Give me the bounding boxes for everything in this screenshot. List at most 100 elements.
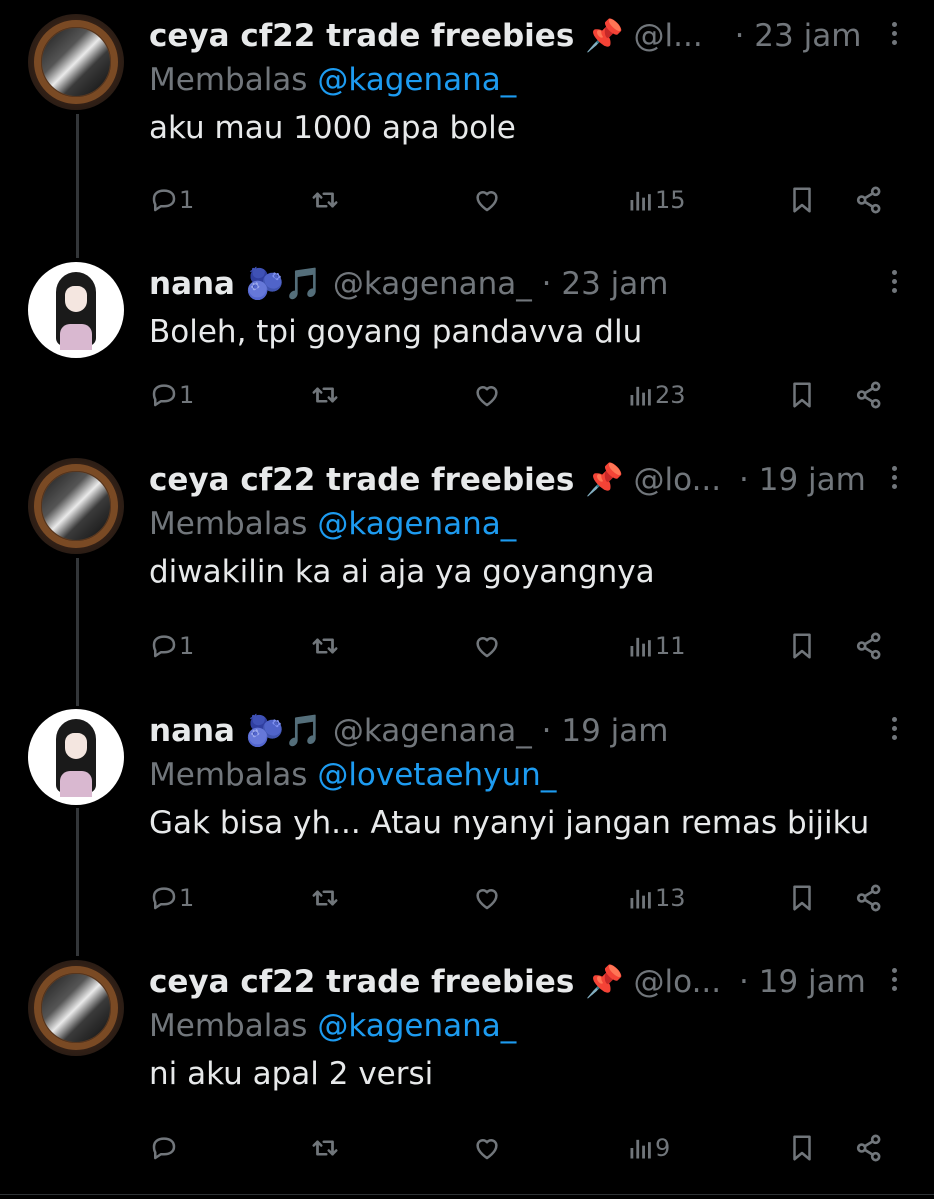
reply-mention[interactable]: @kagenana_ — [317, 62, 516, 98]
retweet-button[interactable] — [309, 1128, 341, 1168]
share-button[interactable] — [853, 1128, 885, 1168]
more-options-icon[interactable] — [886, 18, 902, 52]
views-button[interactable]: 23 — [627, 375, 686, 415]
avatar[interactable] — [28, 960, 124, 1056]
retweet-icon — [309, 1133, 341, 1163]
tweet-actions: 1 11 — [149, 626, 894, 666]
timestamp[interactable]: 19 jam — [759, 462, 866, 498]
retweet-button[interactable] — [309, 375, 341, 415]
avatar-column — [28, 960, 124, 1056]
avatar[interactable] — [28, 458, 124, 554]
views-count: 23 — [655, 381, 686, 409]
tweet-text: ni aku apal 2 versi — [149, 1056, 434, 1092]
reply-count: 1 — [179, 632, 195, 660]
reply-mention[interactable]: @lovetaehyun_ — [317, 757, 556, 793]
reply-button[interactable]: 1 — [149, 180, 194, 220]
reply-button[interactable] — [149, 1128, 179, 1168]
reply-button[interactable]: 1 — [149, 375, 194, 415]
author-handle[interactable]: @l... — [634, 18, 703, 54]
retweet-icon — [309, 631, 341, 661]
bookmark-button[interactable] — [787, 878, 817, 918]
retweet-icon — [309, 883, 341, 913]
avatar[interactable] — [28, 709, 124, 805]
tweet-text: Gak bisa yh... Atau nyanyi jangan remas … — [149, 805, 870, 841]
avatar-column — [28, 14, 124, 110]
bookmark-icon — [787, 379, 817, 411]
bookmark-button[interactable] — [787, 626, 817, 666]
like-button[interactable] — [471, 626, 503, 666]
tweet-actions: 1 15 — [149, 180, 894, 220]
author-name[interactable]: ceya cf22 trade freebies 📌 — [149, 462, 624, 498]
avatar-column — [28, 709, 124, 805]
bookmark-button[interactable] — [787, 1128, 817, 1168]
author-handle[interactable]: @lo... — [634, 462, 722, 498]
views-button[interactable]: 9 — [627, 1128, 670, 1168]
tweet-body: ceya cf22 trade freebies 📌 @lo... · 19 j… — [149, 960, 897, 1096]
like-button[interactable] — [471, 180, 503, 220]
views-button[interactable]: 11 — [627, 626, 686, 666]
bookmark-icon — [787, 1132, 817, 1164]
share-button[interactable] — [853, 180, 885, 220]
author-name[interactable]: ceya cf22 trade freebies 📌 — [149, 18, 624, 54]
bookmark-button[interactable] — [787, 180, 817, 220]
like-button[interactable] — [471, 1128, 503, 1168]
more-options-icon[interactable] — [886, 964, 902, 998]
retweet-button[interactable] — [309, 878, 341, 918]
like-button[interactable] — [471, 375, 503, 415]
views-button[interactable]: 15 — [627, 180, 686, 220]
author-name[interactable]: ceya cf22 trade freebies 📌 — [149, 964, 624, 1000]
thread-line — [76, 114, 79, 258]
share-button[interactable] — [853, 626, 885, 666]
reply-mention[interactable]: @kagenana_ — [317, 506, 516, 542]
separator-dot: · — [734, 18, 745, 54]
avatar[interactable] — [28, 262, 124, 358]
separator-dot: · — [541, 266, 552, 302]
tweet-actions: 1 23 — [149, 375, 894, 415]
reply-icon — [149, 631, 179, 661]
tweet-header: ceya cf22 trade freebies 📌 @lo... · 19 j… — [149, 458, 897, 502]
bottom-divider — [0, 1194, 934, 1195]
tweet-header: nana 🫐🎵 @kagenana_ · 23 jam — [149, 262, 897, 306]
reply-button[interactable]: 1 — [149, 878, 194, 918]
more-options-icon[interactable] — [886, 713, 902, 747]
views-count: 11 — [655, 632, 686, 660]
share-icon — [853, 1132, 885, 1164]
share-icon — [853, 379, 885, 411]
share-icon — [853, 630, 885, 662]
retweet-icon — [309, 380, 341, 410]
reply-mention[interactable]: @kagenana_ — [317, 1008, 516, 1044]
reply-button[interactable]: 1 — [149, 626, 194, 666]
tweet-header: ceya cf22 trade freebies 📌 @lo... · 19 j… — [149, 960, 897, 1004]
tweet-header: ceya cf22 trade freebies 📌 @l... · 23 ja… — [149, 14, 897, 58]
bookmark-button[interactable] — [787, 375, 817, 415]
timestamp[interactable]: 23 jam — [754, 18, 861, 54]
timestamp[interactable]: 19 jam — [561, 713, 668, 749]
author-handle[interactable]: @kagenana_ — [333, 266, 532, 302]
reply-icon — [149, 883, 179, 913]
views-button[interactable]: 13 — [627, 878, 686, 918]
bookmark-icon — [787, 882, 817, 914]
author-name[interactable]: nana 🫐🎵 — [149, 266, 323, 302]
retweet-button[interactable] — [309, 626, 341, 666]
avatar[interactable] — [28, 14, 124, 110]
more-options-icon[interactable] — [886, 462, 902, 496]
author-handle[interactable]: @kagenana_ — [333, 713, 532, 749]
tweet-actions: 9 — [149, 1128, 894, 1168]
author-handle[interactable]: @lo... — [634, 964, 722, 1000]
views-count: 9 — [655, 1134, 671, 1162]
reply-context: Membalas @kagenana_ — [149, 1004, 894, 1048]
avatar-column — [28, 458, 124, 554]
timestamp[interactable]: 23 jam — [561, 266, 668, 302]
like-button[interactable] — [471, 878, 503, 918]
share-button[interactable] — [853, 878, 885, 918]
author-name[interactable]: nana 🫐🎵 — [149, 713, 323, 749]
heart-icon — [471, 185, 503, 215]
timestamp[interactable]: 19 jam — [759, 964, 866, 1000]
tweet-body: ceya cf22 trade freebies 📌 @l... · 23 ja… — [149, 14, 897, 150]
heart-icon — [471, 1133, 503, 1163]
retweet-button[interactable] — [309, 180, 341, 220]
more-options-icon[interactable] — [886, 266, 902, 300]
share-button[interactable] — [853, 375, 885, 415]
views-icon — [627, 186, 655, 214]
retweet-icon — [309, 185, 341, 215]
